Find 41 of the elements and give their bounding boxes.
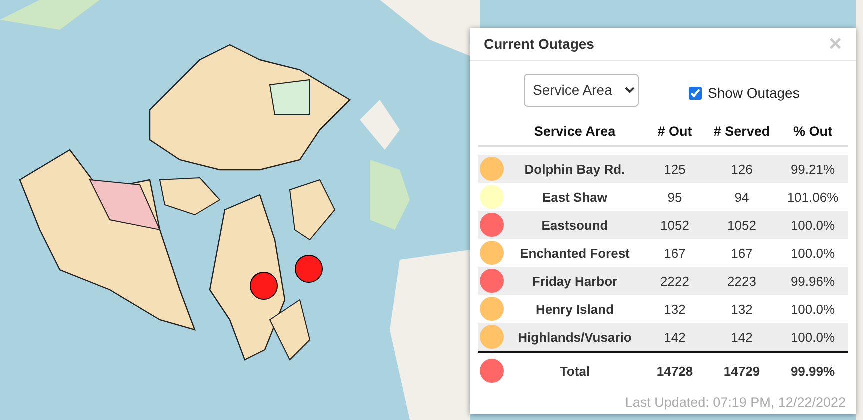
- group-by-dropdown[interactable]: Service Area: [524, 74, 639, 106]
- show-outages-label: Show Outages: [708, 85, 800, 101]
- service-area-cell-text: Highlands/Vusario: [517, 330, 633, 344]
- show-outages-checkbox[interactable]: [689, 86, 702, 100]
- service-area-cell-text: Dolphin Bay Rd.: [524, 162, 626, 176]
- panel-title: Current Outages: [484, 36, 594, 52]
- column-header: Service Area: [533, 124, 617, 138]
- last-updated-text: Last Updated: 07:19 PM, 12/22/2022: [624, 394, 847, 410]
- service-area-cell-text: East Shaw: [541, 190, 609, 204]
- out-count-cell-text: 167: [663, 246, 687, 260]
- out-count-cell-text: 132: [663, 302, 687, 316]
- percent-out-cell-text: 101.06%: [786, 190, 840, 204]
- service-area-cell-text: Eastsound: [540, 218, 610, 232]
- served-count-cell-text: 94: [734, 190, 750, 204]
- served-count-cell-text: 126: [730, 162, 754, 176]
- served-count-cell-text: 2223: [726, 274, 758, 288]
- service-area-cell-text: Enchanted Forest: [519, 246, 631, 260]
- out-count-cell-text: 14728: [656, 364, 694, 378]
- out-count-cell-text: 95: [666, 190, 684, 204]
- percent-out-cell-text: 100.0%: [790, 246, 836, 260]
- out-count-cell-text: 1052: [660, 218, 690, 232]
- served-count-cell-text: 1052: [726, 218, 758, 232]
- served-count-cell-text: 132: [730, 302, 754, 316]
- percent-out-cell-text: 99.99%: [790, 364, 836, 378]
- column-header: # Served: [712, 124, 772, 138]
- served-count-cell-text: 167: [730, 246, 754, 260]
- served-count-cell-text: 142: [730, 330, 754, 344]
- percent-out-cell-text: 99.21%: [790, 162, 836, 176]
- out-count-cell-text: 125: [663, 162, 687, 176]
- column-header: # Out: [656, 124, 694, 138]
- column-header: % Out: [792, 124, 834, 138]
- percent-out-cell-text: 100.0%: [790, 218, 836, 232]
- percent-out-cell-text: 99.96%: [790, 274, 836, 288]
- service-area-cell-text: Henry Island: [534, 302, 616, 316]
- out-count-cell-text: 2222: [660, 274, 690, 288]
- service-area-cell-text: Friday Harbor: [531, 274, 619, 288]
- out-count-cell-text: 142: [663, 330, 687, 344]
- percent-out-cell-text: 100.0%: [790, 330, 836, 344]
- percent-out-cell-text: 100.0%: [790, 302, 836, 316]
- served-count-cell-text: 14729: [722, 364, 762, 378]
- service-area-cell-text: Total: [558, 364, 592, 378]
